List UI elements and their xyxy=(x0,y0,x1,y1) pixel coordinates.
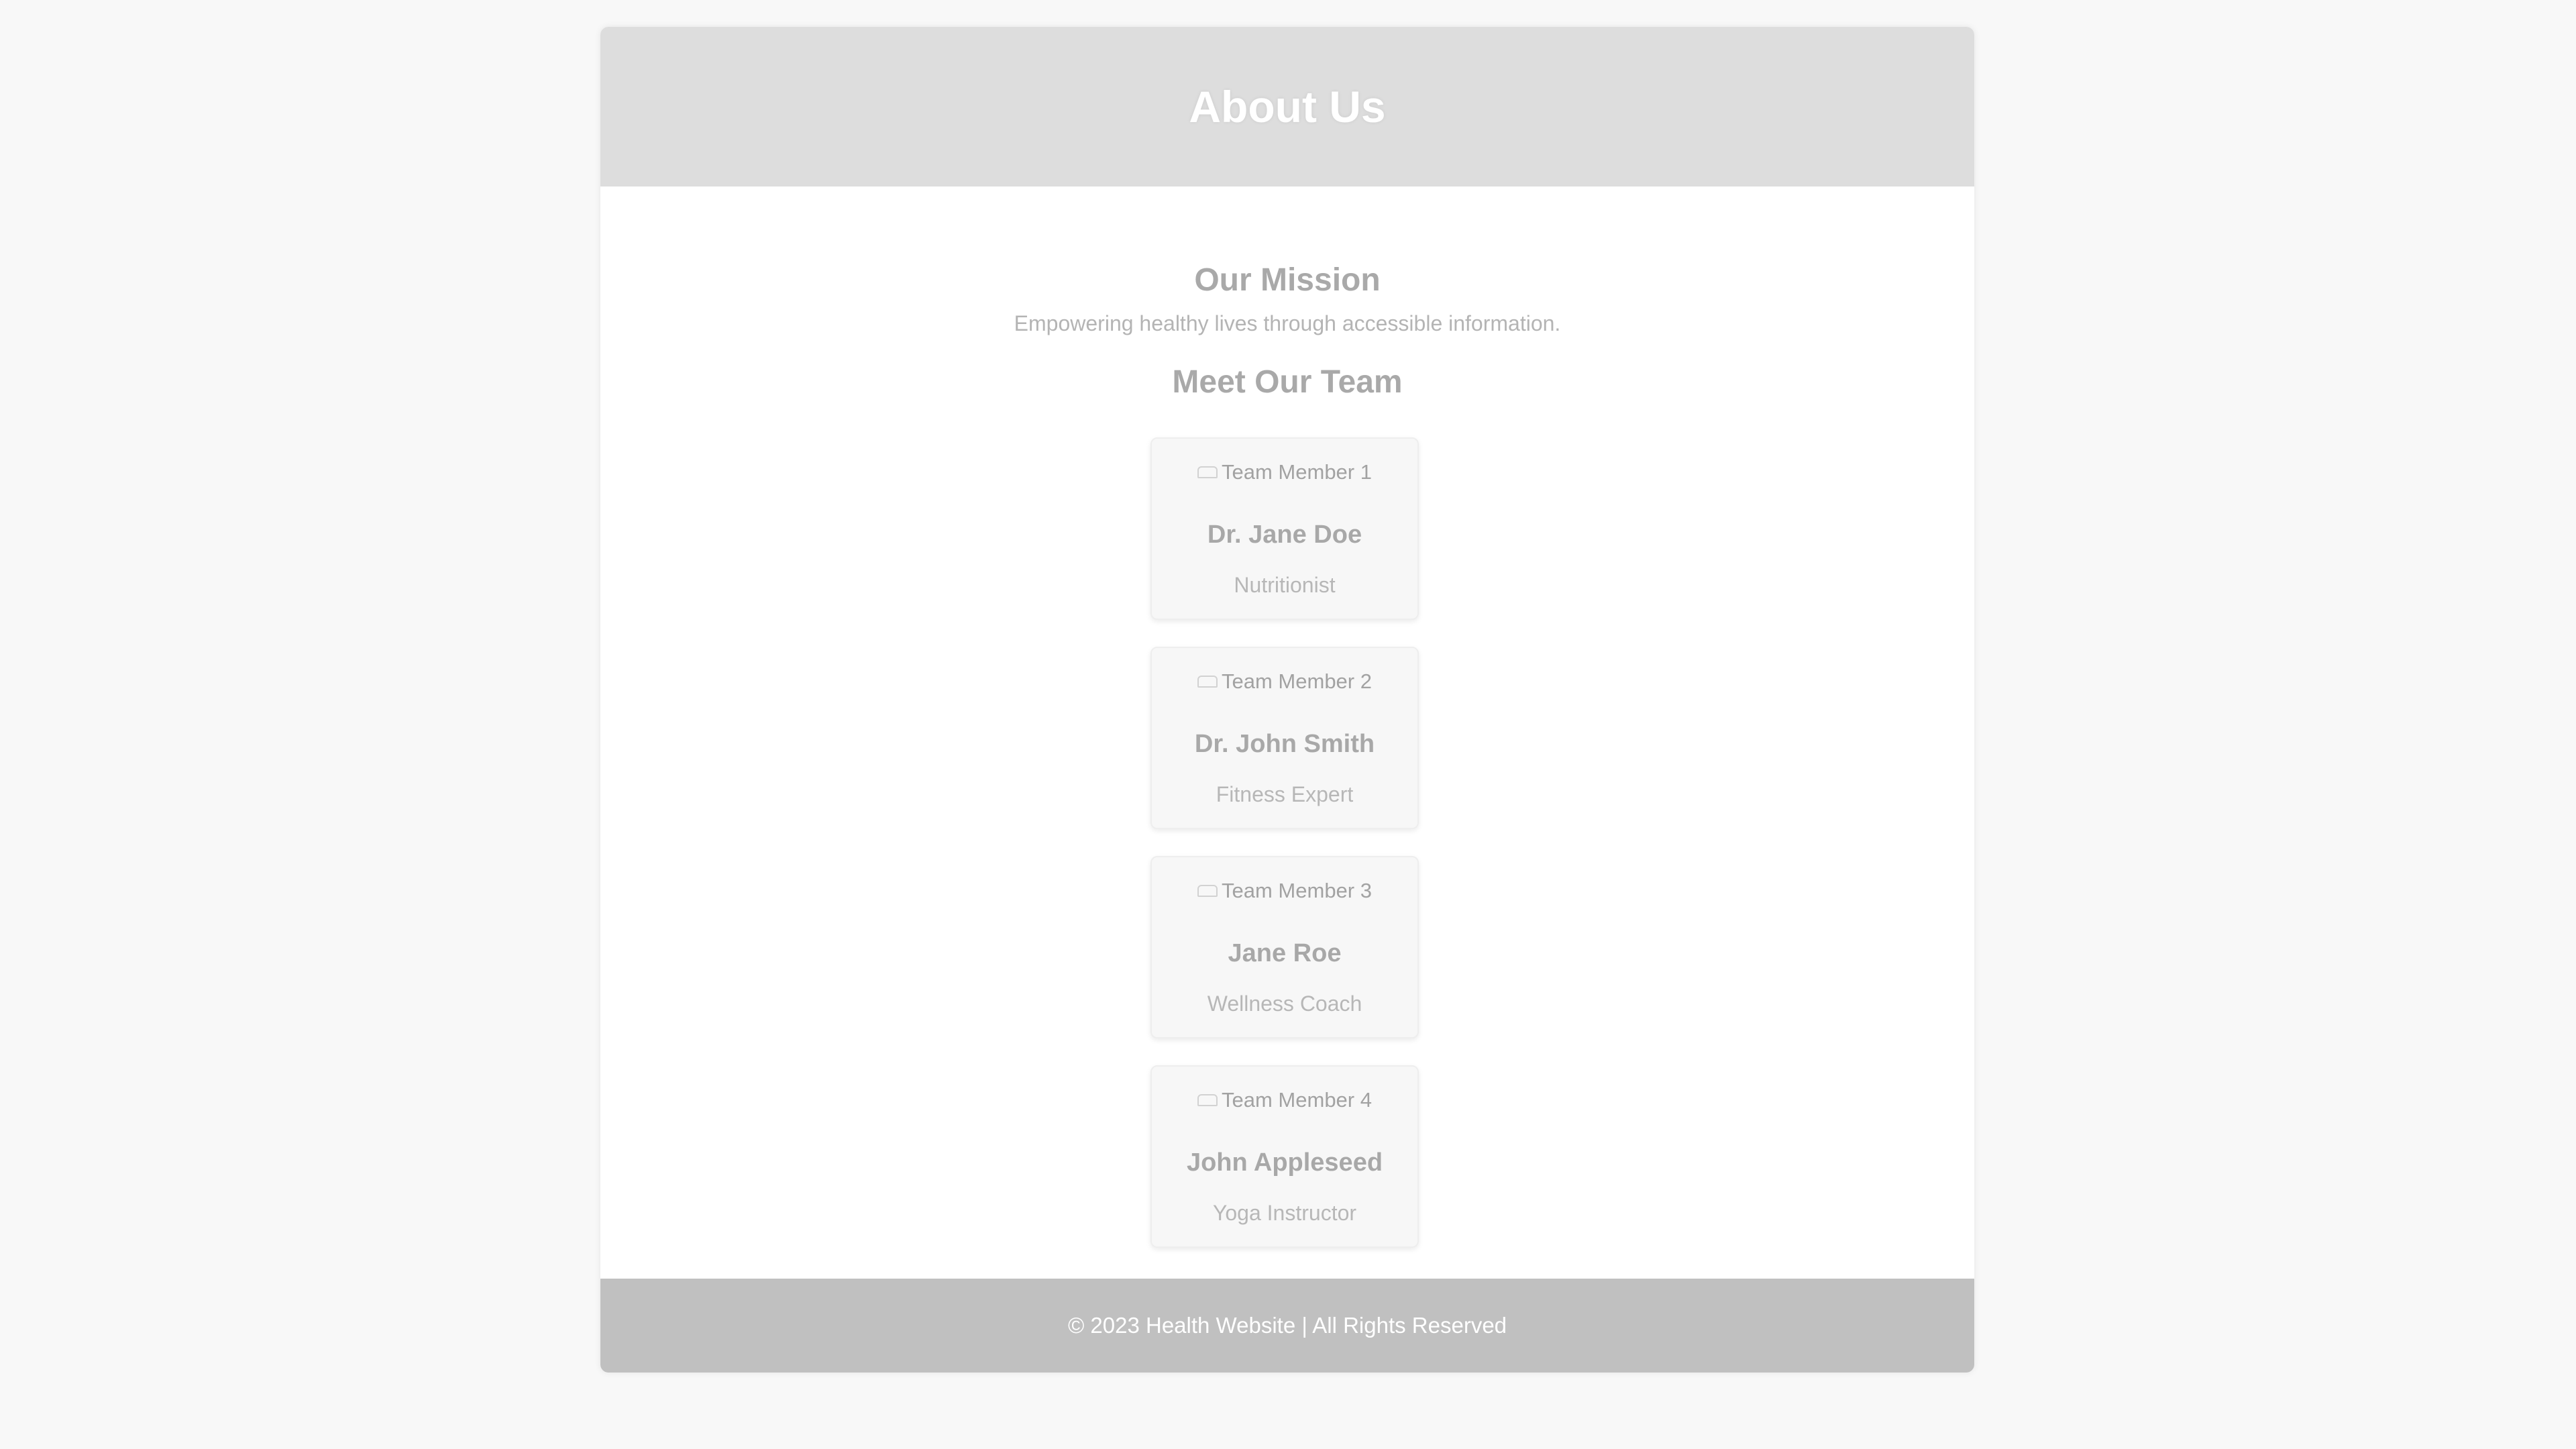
team-member-role: Fitness Expert xyxy=(1216,782,1354,806)
mission-text: Empowering healthy lives through accessi… xyxy=(1014,311,1561,335)
team-member-name: Dr. John Smith xyxy=(1194,730,1375,758)
team-member-card: Team Member 1 Dr. Jane Doe Nutritionist xyxy=(1150,437,1419,620)
mission-heading: Our Mission xyxy=(1194,262,1381,298)
team-member-name: Jane Roe xyxy=(1228,939,1342,967)
broken-image-icon xyxy=(1197,1094,1218,1106)
team-member-photo: Team Member 2 xyxy=(1152,669,1417,694)
team-member-role: Yoga Instructor xyxy=(1212,1201,1357,1225)
team-member-photo-alt: Team Member 4 xyxy=(1222,1088,1372,1112)
team-member-photo-alt: Team Member 1 xyxy=(1222,460,1372,484)
team-member-name: Dr. Jane Doe xyxy=(1207,521,1362,549)
team-member-card: Team Member 4 John Appleseed Yoga Instru… xyxy=(1150,1065,1419,1248)
team-member-role: Wellness Coach xyxy=(1207,991,1362,1016)
broken-image-icon xyxy=(1197,885,1218,897)
team-member-photo-alt: Team Member 3 xyxy=(1222,879,1372,902)
team-member-role: Nutritionist xyxy=(1234,573,1336,597)
broken-image-icon xyxy=(1197,676,1218,688)
team-member-photo-alt: Team Member 2 xyxy=(1222,669,1372,693)
page-footer: © 2023 Health Website | All Rights Reser… xyxy=(600,1279,1974,1373)
page-header: About Us xyxy=(600,27,1974,186)
team-member-photo: Team Member 3 xyxy=(1152,879,1417,903)
team-member-name: John Appleseed xyxy=(1186,1148,1383,1177)
team-member-photo: Team Member 4 xyxy=(1152,1088,1417,1112)
team-heading: Meet Our Team xyxy=(1172,364,1403,400)
page-title: About Us xyxy=(1189,82,1386,131)
team-list: Team Member 1 Dr. Jane Doe Nutritionist … xyxy=(1150,437,1419,1275)
team-member-photo: Team Member 1 xyxy=(1152,460,1417,484)
footer-text: © 2023 Health Website | All Rights Reser… xyxy=(1067,1313,1507,1338)
team-member-card: Team Member 3 Jane Roe Wellness Coach xyxy=(1150,856,1419,1038)
team-member-card: Team Member 2 Dr. John Smith Fitness Exp… xyxy=(1150,647,1419,829)
broken-image-icon xyxy=(1197,466,1218,478)
page-container: About Us Our Mission Empowering healthy … xyxy=(600,27,1974,1373)
